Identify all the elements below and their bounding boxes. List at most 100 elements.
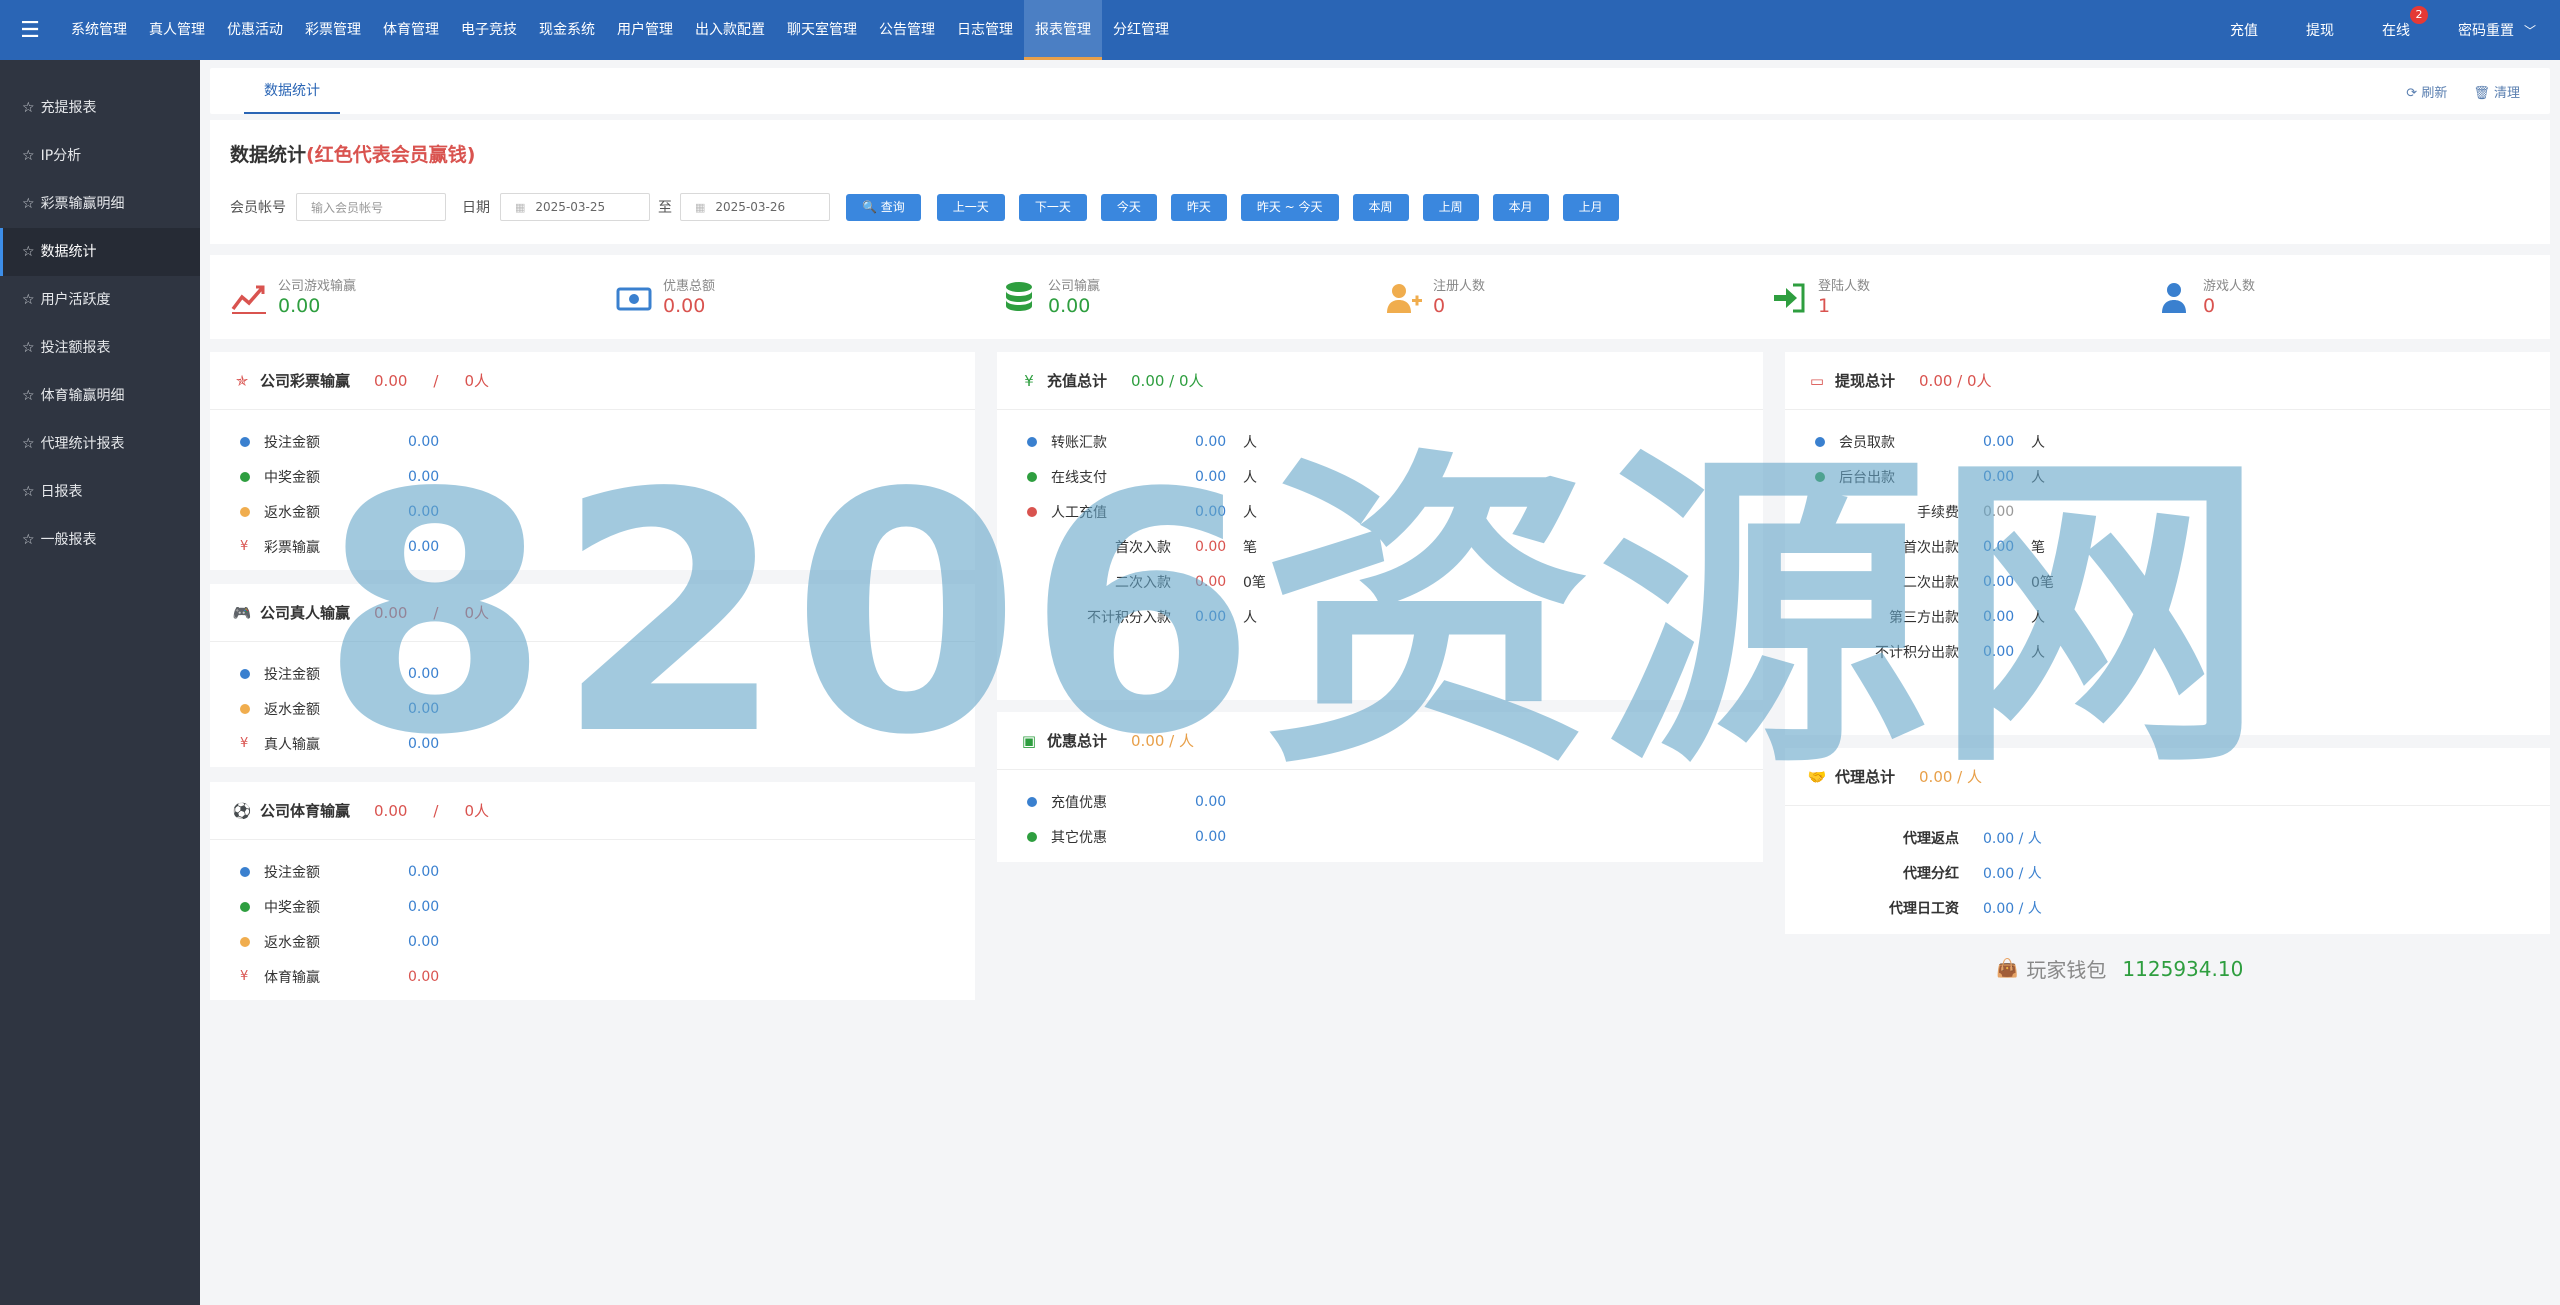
nav-lottery[interactable]: 彩票管理 — [294, 0, 372, 60]
row-value: 0.00 — [1195, 828, 1227, 845]
stat-registrations: 注册人数 0 — [1385, 275, 1485, 317]
card-header: ¥ 充值总计 0.00 / 0人 — [997, 352, 1763, 410]
this-week-button[interactable]: 本周 — [1352, 193, 1409, 221]
wallet-label: 玩家钱包 — [2026, 958, 2107, 982]
yesterday-button[interactable]: 昨天 — [1170, 193, 1227, 221]
nav-reports[interactable]: 报表管理 — [1024, 0, 1102, 60]
tab-data-stats[interactable]: 数据统计 — [244, 68, 340, 114]
filter-panel — [210, 120, 2550, 244]
row-label: 代理返点 — [1903, 830, 1959, 847]
nav-announcements[interactable]: 公告管理 — [868, 0, 946, 60]
row-label: 投注金额 — [264, 864, 320, 881]
row-value: 0.00 — [1195, 468, 1227, 485]
sidebar-item-general-report[interactable]: ☆ 一般报表 — [0, 516, 200, 564]
sports-card: ⚽ 公司体育输赢 0.00 / 0人 投注金额 0.00 中奖金额 0.00 返水金… — [210, 782, 975, 1000]
yen-icon: ¥ — [240, 736, 249, 751]
nav-dividends[interactable]: 分红管理 — [1102, 0, 1180, 60]
row-unit: 0笔 — [2031, 574, 2054, 591]
yen-icon: ¥ — [240, 539, 249, 554]
row-label: 二次出款 — [1903, 574, 1959, 591]
last-week-button[interactable]: 上周 — [1422, 193, 1479, 221]
nav-cash[interactable]: 现金系统 — [528, 0, 606, 60]
today-button[interactable]: 今天 — [1100, 193, 1157, 221]
star-icon: ☆ — [22, 388, 35, 404]
clear-button[interactable]: 🗑 清理 — [2473, 82, 2520, 101]
nav-system[interactable]: 系统管理 — [60, 0, 138, 60]
nav-right: 充值 提现 在线 2 密码重置 ﹀ — [2206, 0, 2560, 60]
this-month-button[interactable]: 本月 — [1492, 193, 1549, 221]
sidebar-item-bet-report[interactable]: ☆ 投注额报表 — [0, 324, 200, 372]
password-reset-menu[interactable]: 密码重置 ﹀ — [2434, 20, 2560, 40]
nav-payment-config[interactable]: 出入款配置 — [684, 0, 776, 60]
stat-players: 游戏人数 0 — [2155, 275, 2255, 317]
refresh-button[interactable]: ⟳ 刷新 — [2406, 82, 2447, 101]
nav-users[interactable]: 用户管理 — [606, 0, 684, 60]
nav-promotions[interactable]: 优惠活动 — [216, 0, 294, 60]
sidebar-item-label: 用户活跃度 — [40, 292, 111, 308]
card-people: 0人 — [464, 802, 490, 820]
sidebar-item-data-stats[interactable]: ☆ 数据统计 — [0, 228, 200, 276]
nav-esports[interactable]: 电子竞技 — [450, 0, 528, 60]
row-agent-dividend: 代理分红 0.00 / 人 — [1785, 855, 2550, 890]
withdraw-link[interactable]: 提现 — [2282, 20, 2358, 40]
sidebar-item-label: IP分析 — [40, 148, 82, 164]
stat-label: 注册人数 — [1433, 279, 1486, 294]
top-navbar: ☰ 系统管理 真人管理 优惠活动 彩票管理 体育管理 电子竞技 现金系统 用户管… — [0, 0, 2560, 60]
sidebar-item-agent-report[interactable]: ☆ 代理统计报表 — [0, 420, 200, 468]
row-unit: 人 — [2031, 609, 2045, 626]
sidebar-item-lottery-detail[interactable]: ☆ 彩票输赢明细 — [0, 180, 200, 228]
date-from-value: 2025-03-25 — [535, 200, 606, 214]
card-title: 优惠总计 — [1047, 732, 1108, 750]
sidebar-item-sports-detail[interactable]: ☆ 体育输赢明细 — [0, 372, 200, 420]
next-day-button[interactable]: 下一天 — [1018, 193, 1087, 221]
query-button[interactable]: 🔍 查询 — [846, 193, 921, 221]
hamburger-icon[interactable]: ☰ — [0, 0, 60, 60]
nav-live[interactable]: 真人管理 — [138, 0, 216, 60]
recharge-link[interactable]: 充值 — [2206, 20, 2282, 40]
card-title: 公司体育输赢 — [260, 802, 351, 820]
row-value: 0.00 — [408, 735, 440, 752]
card-title: 提现总计 — [1835, 372, 1896, 390]
query-label: 查询 — [880, 199, 905, 214]
yesterday-today-button[interactable]: 昨天 ~ 今天 — [1240, 193, 1339, 221]
card-title: 充值总计 — [1047, 372, 1108, 390]
date-to-input[interactable]: ▦ 2025-03-26 — [680, 193, 830, 221]
last-month-button[interactable]: 上月 — [1562, 193, 1619, 221]
password-reset-label: 密码重置 — [2457, 23, 2514, 39]
row-label: 其它优惠 — [1051, 829, 1107, 846]
row-label: 返水金额 — [264, 701, 320, 718]
nav-sports[interactable]: 体育管理 — [372, 0, 450, 60]
sidebar-item-ip-analysis[interactable]: ☆ IP分析 — [0, 132, 200, 180]
row-bet-amount: 投注金额 0.00 — [210, 424, 975, 459]
sidebar-item-daily-report[interactable]: ☆ 日报表 — [0, 468, 200, 516]
online-label: 在线 — [2381, 23, 2410, 39]
member-input[interactable]: 输入会员帐号 — [296, 193, 446, 221]
row-unit: 笔 — [2031, 539, 2045, 556]
online-link[interactable]: 在线 2 — [2358, 6, 2434, 40]
card-rows: 充值优惠 0.00 其它优惠 0.00 — [997, 770, 1763, 854]
sidebar-item-user-activity[interactable]: ☆ 用户活跃度 — [0, 276, 200, 324]
card-rows: 会员取款 0.00 人 后台出款 0.00 人 手续费 0.00 首次出款 0.00 笔 二次… — [1785, 410, 2550, 669]
stat-value: 0.00 — [1048, 295, 1091, 317]
row-value: 0.00 — [1195, 433, 1227, 450]
row-other-promo: 其它优惠 0.00 — [997, 819, 1763, 854]
star-icon: ☆ — [22, 484, 35, 500]
sidebar-item-deposit-withdraw-report[interactable]: ☆ 充提报表 — [0, 84, 200, 132]
nav-logs[interactable]: 日志管理 — [946, 0, 1024, 60]
date-from-input[interactable]: ▦ 2025-03-25 — [500, 193, 650, 221]
card-people: 0人 — [464, 372, 490, 390]
row-unit: 人 — [2031, 469, 2045, 486]
to-label: 至 — [658, 200, 672, 216]
promo-card: ▣ 优惠总计 0.00 / 人 充值优惠 0.00 其它优惠 0.00 — [997, 712, 1763, 862]
card-amount: 0.00 — [374, 371, 408, 390]
row-agent-daily-wage: 代理日工资 0.00 / 人 — [1785, 890, 2550, 925]
nav-chatroom[interactable]: 聊天室管理 — [776, 0, 868, 60]
card-rows: 转账汇款 0.00 人 在线支付 0.00 人 人工充值 0.00 人 首次入款 0.00 笔 … — [997, 410, 1763, 634]
prev-day-button[interactable]: 上一天 — [936, 193, 1005, 221]
row-value: 0.00 — [408, 933, 440, 950]
card-header: ▭ 提现总计 0.00 / 0人 — [1785, 352, 2550, 410]
card-title: 公司彩票输赢 — [260, 372, 351, 390]
blue-dot-icon — [1815, 436, 1825, 447]
row-unit: 0笔 — [1243, 574, 1266, 591]
card-people: 0人 — [464, 604, 490, 622]
